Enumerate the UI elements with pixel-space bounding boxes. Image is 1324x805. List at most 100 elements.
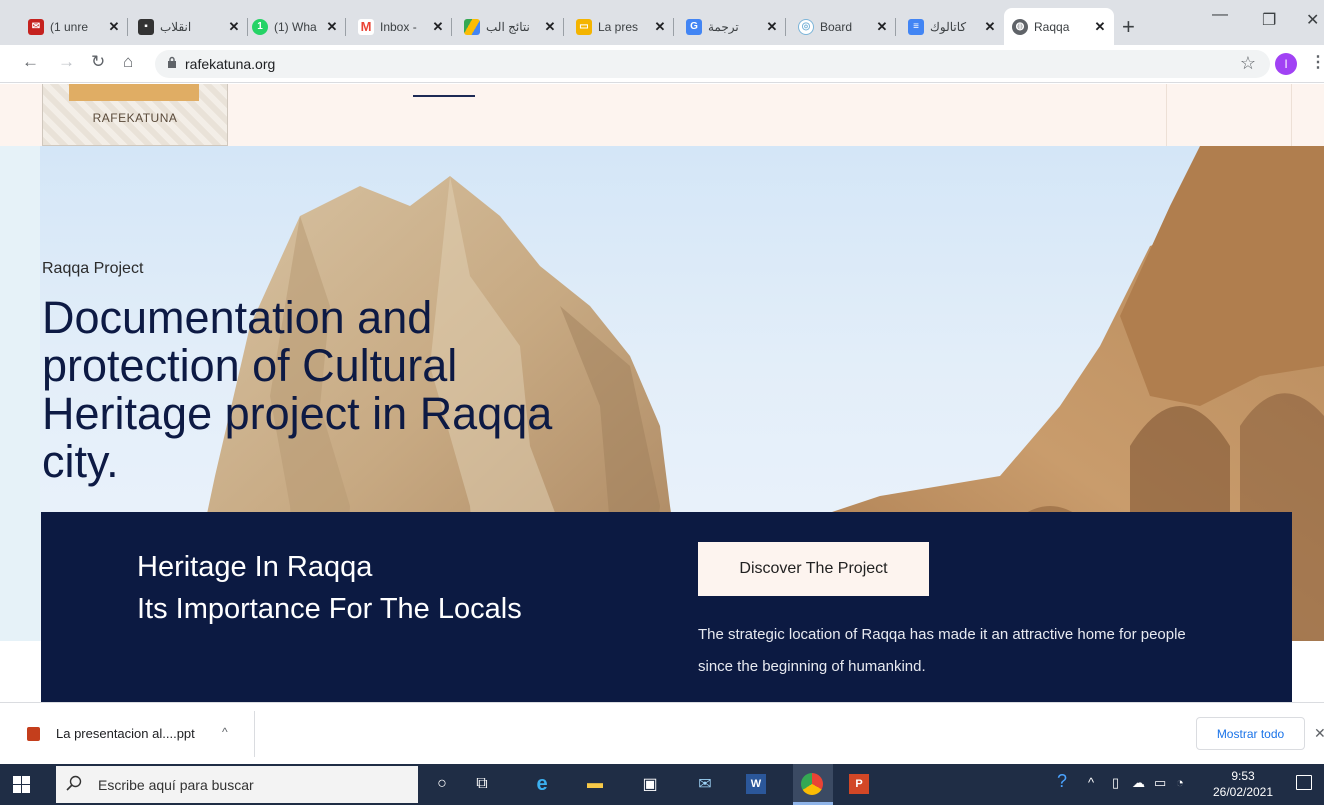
docs-icon: ≡ — [908, 18, 924, 35]
shelf-divider — [254, 711, 255, 757]
show-all-downloads-button[interactable]: Mostrar todo — [1196, 717, 1305, 750]
chrome-icon[interactable] — [801, 773, 823, 795]
home-icon[interactable]: ⌂ — [123, 52, 133, 72]
tab-title: (1 unre — [50, 19, 89, 34]
minimize-icon[interactable]: — — [1212, 6, 1228, 24]
tab-title: انقلاب — [160, 19, 192, 34]
word-icon[interactable]: W — [746, 774, 766, 794]
mail-icon: ✉ — [28, 18, 44, 35]
close-icon[interactable]: ✕ — [324, 19, 340, 35]
chevron-up-icon[interactable]: ^ — [1088, 775, 1094, 790]
edge-icon[interactable]: e — [530, 772, 554, 796]
menu-dots-icon[interactable]: ⋮ — [1310, 52, 1324, 72]
lock-icon — [168, 56, 176, 68]
close-icon[interactable]: ✕ — [652, 19, 668, 35]
tab-mail[interactable]: ✉ (1 unre ✕ — [20, 8, 128, 45]
tab-title: Raqqa — [1034, 19, 1070, 34]
tab-title: نتائج الب — [486, 19, 530, 34]
file-explorer-icon[interactable]: ▬ — [583, 772, 607, 796]
forward-arrow-icon[interactable]: → — [58, 52, 75, 72]
tab-slides[interactable]: ▭ La pres ✕ — [568, 8, 674, 45]
profile-avatar[interactable]: I — [1275, 53, 1297, 75]
hero-eyebrow: Raqqa Project — [42, 260, 144, 277]
info-band: Heritage In Raqqa Its Importance For The… — [41, 512, 1292, 702]
cortana-icon[interactable]: ○ — [430, 772, 454, 796]
wifi-icon[interactable]: ◔ — [1176, 775, 1184, 790]
window-close-icon[interactable]: ✕ — [1306, 10, 1319, 30]
tab-raqqa[interactable]: ◍ Raqqa ✕ — [1004, 8, 1114, 45]
close-icon[interactable]: ✕ — [1092, 19, 1108, 35]
close-icon[interactable]: ✕ — [982, 19, 998, 35]
address-bar[interactable]: rafekatuna.org ☆ — [155, 50, 1270, 78]
logo-arches — [69, 84, 199, 101]
page-viewport: RAFEKATUNA Raqqa Project Documentation a… — [0, 84, 1324, 702]
close-icon[interactable]: ✕ — [106, 19, 122, 35]
close-icon[interactable]: ✕ — [764, 19, 780, 35]
globe-icon: ◍ — [1012, 18, 1028, 35]
system-clock[interactable]: 9:53 26/02/2021 — [1210, 768, 1276, 800]
taskbar-search-box[interactable]: Escribe aquí para buscar — [56, 766, 418, 803]
slides-icon: ▭ — [576, 18, 592, 35]
band-title-line: Its Importance For The Locals — [137, 593, 522, 625]
logo-text: RAFEKATUNA — [92, 111, 178, 125]
hero-title: Documentation and protection of Cultural… — [42, 292, 553, 487]
tab-title: ترجمة — [708, 19, 739, 34]
close-icon[interactable]: ✕ — [226, 19, 242, 35]
tab-whatsapp[interactable]: 1 (1) Wha ✕ — [244, 8, 346, 45]
store-icon[interactable]: ▣ — [638, 772, 662, 796]
band-title-line: Heritage In Raqqa — [137, 551, 373, 583]
help-icon[interactable]: ? — [1057, 771, 1067, 792]
onedrive-icon[interactable]: ☁ — [1132, 775, 1145, 791]
url-text: rafekatuna.org — [185, 56, 276, 72]
clock-date: 26/02/2021 — [1212, 785, 1274, 799]
new-tab-button[interactable]: + — [1122, 14, 1135, 40]
close-icon[interactable]: ✕ — [1314, 725, 1324, 742]
tab-title: La pres — [598, 19, 639, 34]
tab-docs[interactable]: ≡ كاتالوك ✕ — [900, 8, 1004, 45]
site-header: RAFEKATUNA — [0, 84, 1324, 146]
search-placeholder: Escribe aquí para buscar — [98, 777, 254, 793]
header-divider — [1166, 84, 1167, 146]
browser-tab-strip: ✉ (1 unre ✕ ▪ انقلاب ✕ 1 (1) Wha ✕ M Inb… — [0, 0, 1324, 45]
powerpoint-icon[interactable]: P — [849, 774, 869, 794]
download-shelf: La presentacion al....ppt ^ Mostrar todo… — [0, 702, 1324, 764]
hero-left-margin — [0, 146, 40, 641]
translate-icon: G — [686, 18, 702, 35]
mail-app-icon[interactable]: ✉ — [693, 772, 717, 796]
tab-title: كاتالوك — [930, 19, 967, 34]
tab-drive[interactable]: نتائج الب ✕ — [456, 8, 564, 45]
active-nav-indicator — [413, 95, 475, 97]
board-icon: ◎ — [798, 18, 814, 35]
device-icon[interactable]: ▯ — [1112, 775, 1119, 791]
windows-start-icon[interactable] — [13, 776, 30, 793]
chevron-up-icon[interactable]: ^ — [222, 725, 228, 739]
battery-icon[interactable]: ▭ — [1154, 775, 1166, 791]
browser-toolbar: ← → ↻ ⌂ rafekatuna.org ☆ — [0, 45, 1324, 83]
windows-taskbar: Escribe aquí para buscar ○ ⧉ e ▬ ▣ ✉ W P… — [0, 764, 1324, 805]
back-arrow-icon[interactable]: ← — [22, 52, 39, 72]
task-view-icon[interactable]: ⧉ — [470, 772, 494, 796]
restore-icon[interactable]: ❐ — [1262, 10, 1276, 30]
bookmark-star-icon[interactable]: ☆ — [1240, 53, 1256, 74]
drive-icon — [464, 18, 480, 35]
close-icon[interactable]: ✕ — [874, 19, 890, 35]
notifications-icon[interactable] — [1296, 775, 1312, 790]
discover-project-button[interactable]: Discover The Project — [698, 542, 929, 596]
close-icon[interactable]: ✕ — [430, 19, 446, 35]
download-item[interactable]: La presentacion al....ppt — [56, 726, 195, 741]
tab-board[interactable]: ◎ Board ✕ — [790, 8, 896, 45]
reload-icon[interactable]: ↻ — [91, 52, 105, 72]
clock-time: 9:53 — [1231, 769, 1255, 783]
tab-gmail[interactable]: M Inbox - ✕ — [350, 8, 452, 45]
powerpoint-file-icon — [27, 727, 40, 741]
gmail-icon: M — [358, 18, 374, 35]
news-icon: ▪ — [138, 18, 154, 35]
search-icon — [66, 775, 82, 791]
tab-news[interactable]: ▪ انقلاب ✕ — [130, 8, 248, 45]
tab-title: Inbox - — [380, 19, 417, 34]
band-title: Heritage In Raqqa Its Importance For The… — [137, 546, 577, 630]
band-description: The strategic location of Raqqa has made… — [698, 626, 1186, 675]
tab-translate[interactable]: G ترجمة ✕ — [678, 8, 786, 45]
site-logo[interactable]: RAFEKATUNA — [42, 84, 228, 146]
close-icon[interactable]: ✕ — [542, 19, 558, 35]
